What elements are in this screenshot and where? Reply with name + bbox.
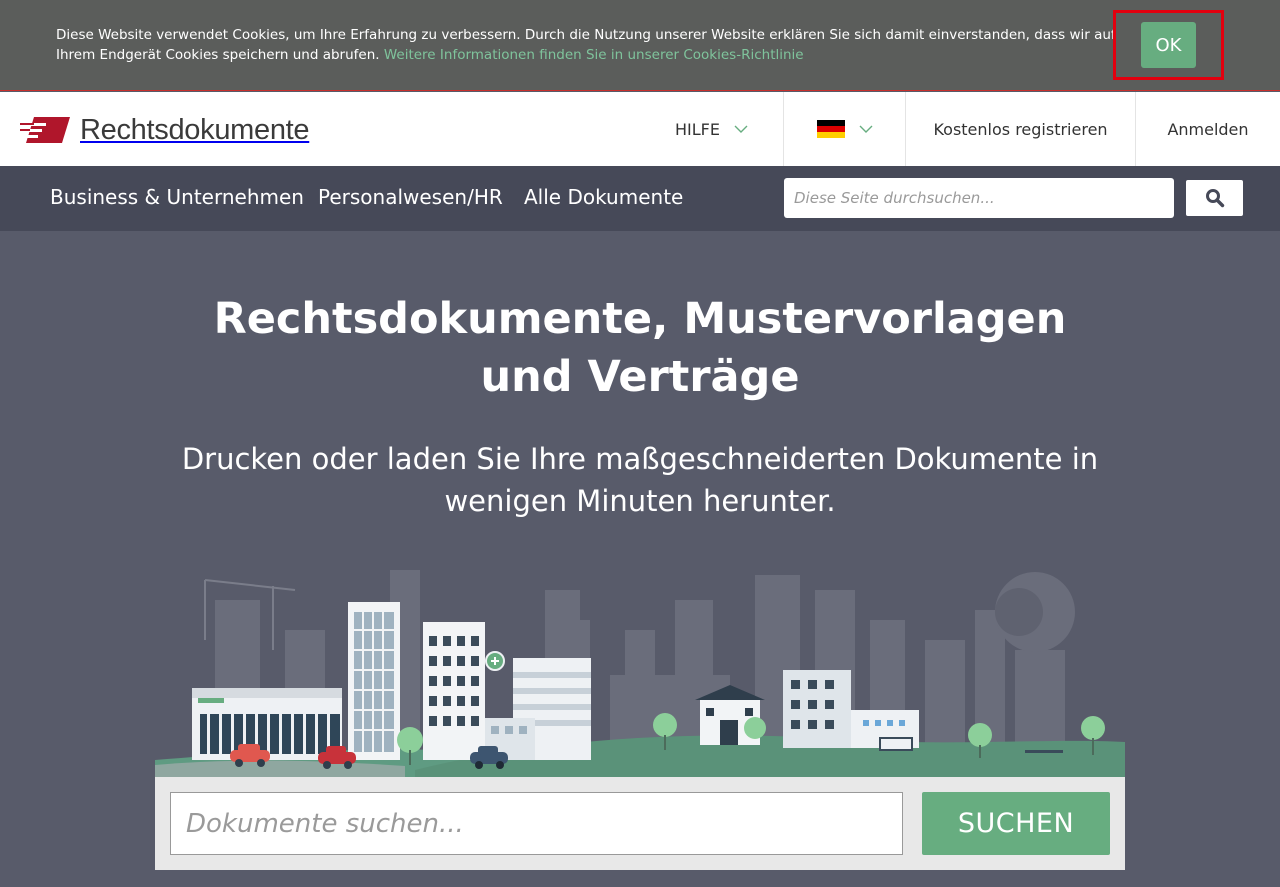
cookie-ok-button[interactable]: OK	[1141, 22, 1196, 68]
login-link[interactable]: Anmelden	[1135, 92, 1280, 166]
hero-title: Rechtsdokumente, Mustervorlagen und Vert…	[213, 294, 1067, 402]
city-skyline-illustration	[155, 570, 1125, 780]
cookie-policy-link[interactable]: Weitere Informationen finden Sie in unse…	[384, 47, 804, 63]
cookie-banner: Diese Website verwendet Cookies, um Ihre…	[0, 0, 1280, 91]
hero-subtitle: Drucken oder laden Sie Ihre maßgeschneid…	[181, 442, 1099, 518]
logo-mark-icon	[20, 117, 70, 143]
search-icon	[1205, 189, 1224, 208]
document-search-input[interactable]	[170, 792, 903, 855]
german-flag-icon	[816, 120, 845, 138]
help-menu[interactable]: HILFE	[640, 92, 783, 166]
site-search-input[interactable]	[784, 178, 1174, 218]
logo-text: Rechtsdokumente	[80, 113, 310, 146]
nav-all-documents[interactable]: Alle Dokumente	[524, 185, 683, 209]
nav-personnel-hr[interactable]: Personalwesen/HR	[318, 185, 503, 209]
chevron-down-icon	[859, 125, 872, 133]
nav-business[interactable]: Business & Unternehmen	[50, 185, 304, 209]
site-search-button[interactable]	[1184, 178, 1245, 218]
language-selector[interactable]	[783, 92, 905, 166]
site-logo[interactable]: Rechtsdokumente	[20, 113, 310, 146]
help-label: HILFE	[675, 119, 720, 139]
register-link[interactable]: Kostenlos registrieren	[905, 92, 1135, 166]
chevron-down-icon	[734, 125, 748, 133]
site-header: Rechtsdokumente HILFE Kostenlos registri…	[0, 92, 1280, 166]
cookie-message: Diese Website verwendet Cookies, um Ihre…	[56, 25, 1116, 65]
document-search-button[interactable]: SUCHEN	[922, 792, 1110, 855]
